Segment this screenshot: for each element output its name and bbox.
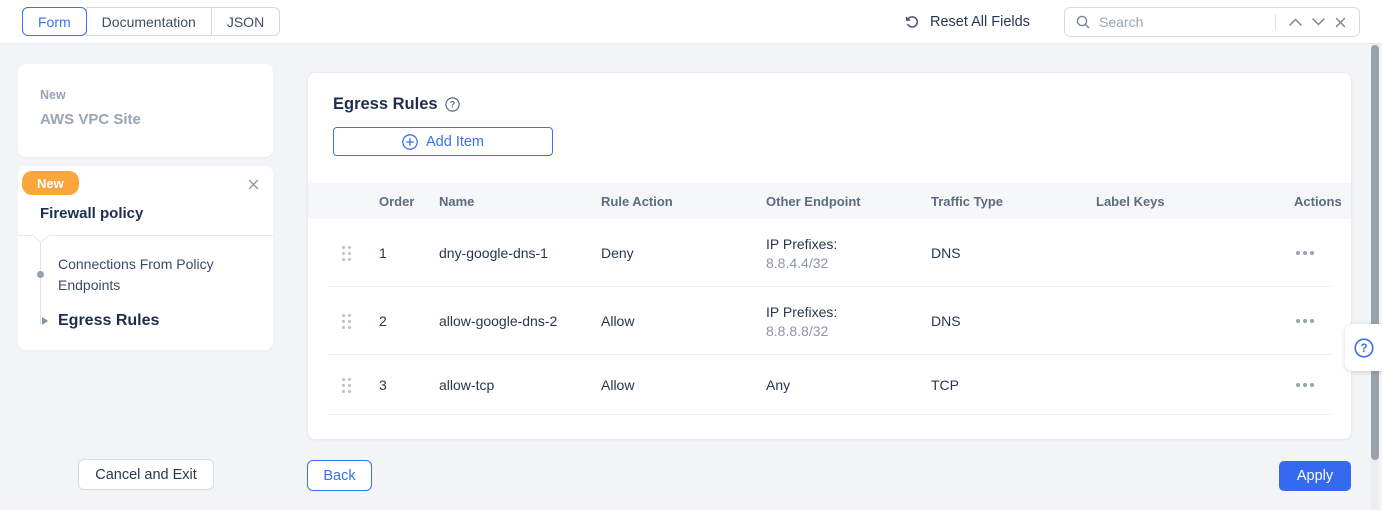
search-divider (1275, 14, 1276, 30)
col-rule-action: Rule Action (601, 194, 766, 209)
search-close-button[interactable] (1330, 14, 1351, 31)
row-actions-menu-button[interactable] (1294, 377, 1316, 393)
drag-handle-icon[interactable] (332, 378, 379, 393)
apply-button[interactable]: Apply (1279, 461, 1351, 491)
cell-order: 3 (379, 377, 439, 393)
add-item-button[interactable]: Add Item (333, 127, 553, 156)
cell-traffic-type: TCP (931, 377, 1096, 393)
add-item-label: Add Item (426, 134, 484, 150)
row-actions-menu-button[interactable] (1294, 313, 1316, 329)
cell-order: 2 (379, 313, 439, 329)
cell-other-endpoint: IP Prefixes: 8.8.4.4/32 (766, 236, 931, 271)
svg-text:?: ? (449, 100, 455, 110)
search-input[interactable] (1099, 14, 1267, 30)
new-badge: New (22, 171, 79, 195)
col-label-keys: Label Keys (1096, 194, 1267, 209)
firewall-policy-card: New Firewall policy Connections From Pol… (18, 166, 273, 350)
panel-title-row: Egress Rules ? (308, 73, 1351, 114)
egress-rules-panel: Egress Rules ? Add Item Order Name (307, 72, 1352, 440)
egress-rules-table: Order Name Rule Action Other Endpoint Tr… (308, 183, 1351, 415)
scrollbar-track[interactable] (1371, 44, 1379, 510)
view-mode-tabs: Form Documentation JSON (22, 7, 280, 36)
tree-arrow-icon (42, 317, 48, 325)
site-card-title: AWS VPC Site (40, 111, 251, 128)
plus-circle-icon (402, 134, 418, 150)
site-card: New AWS VPC Site (18, 64, 273, 157)
other-endpoint-value: 8.8.8.8/32 (766, 323, 931, 339)
cell-traffic-type: DNS (931, 245, 1096, 261)
table-row: 2 allow-google-dns-2 Allow IP Prefixes: … (308, 287, 1351, 355)
back-button[interactable]: Back (307, 460, 372, 491)
drag-handle-icon[interactable] (332, 314, 379, 329)
policy-card-title: Firewall policy (40, 205, 143, 222)
app-window: Form Documentation JSON Reset All Fields (0, 0, 1382, 510)
cell-other-endpoint: Any (766, 377, 931, 393)
cell-name: allow-google-dns-2 (439, 313, 601, 329)
tree-item-label: Egress Rules (58, 312, 159, 329)
help-circle-icon[interactable]: ? (445, 97, 460, 112)
table-header-row: Order Name Rule Action Other Endpoint Tr… (308, 183, 1351, 219)
col-traffic-type: Traffic Type (931, 194, 1096, 209)
drag-handle-icon[interactable] (332, 246, 379, 261)
tree-item-label: Connections From Policy Endpoints (58, 256, 214, 293)
search-prev-button[interactable] (1284, 15, 1307, 29)
table-row: 1 dny-google-dns-1 Deny IP Prefixes: 8.8… (308, 219, 1351, 287)
cell-rule-action: Deny (601, 245, 766, 261)
tree-item-connections-from-policy-endpoints[interactable]: Connections From Policy Endpoints (18, 254, 248, 296)
search-next-button[interactable] (1307, 15, 1330, 29)
other-endpoint-title: Any (766, 377, 931, 393)
other-endpoint-title: IP Prefixes: (766, 236, 931, 252)
policy-section-tree: Connections From Policy Endpoints Egress… (18, 236, 273, 330)
cell-order: 1 (379, 245, 439, 261)
cell-other-endpoint: IP Prefixes: 8.8.8.8/32 (766, 304, 931, 339)
col-name: Name (439, 194, 601, 209)
tab-json[interactable]: JSON (211, 7, 280, 36)
other-endpoint-value: 8.8.4.4/32 (766, 255, 931, 271)
search-icon (1075, 14, 1091, 30)
col-other-endpoint: Other Endpoint (766, 194, 931, 209)
row-actions-menu-button[interactable] (1294, 245, 1316, 261)
reset-all-fields-button[interactable]: Reset All Fields (903, 8, 1030, 36)
table-row: 3 allow-tcp Allow Any TCP (308, 355, 1351, 415)
panel-title: Egress Rules (333, 95, 438, 114)
cell-name: allow-tcp (439, 377, 601, 393)
svg-text:?: ? (1360, 343, 1367, 355)
cell-rule-action: Allow (601, 377, 766, 393)
question-circle-icon: ? (1354, 338, 1374, 358)
reset-label: Reset All Fields (930, 14, 1030, 30)
scrollbar-thumb[interactable] (1371, 45, 1379, 460)
help-fab-button[interactable]: ? (1345, 324, 1382, 371)
reset-icon (903, 14, 921, 30)
cell-traffic-type: DNS (931, 313, 1096, 329)
tab-form[interactable]: Form (22, 7, 87, 36)
col-order: Order (379, 194, 439, 209)
tab-documentation[interactable]: Documentation (86, 7, 212, 36)
tree-bullet-icon (37, 271, 44, 278)
cell-rule-action: Allow (601, 313, 766, 329)
search-box (1064, 7, 1360, 37)
policy-card-close-button[interactable] (244, 175, 263, 196)
cell-name: dny-google-dns-1 (439, 245, 601, 261)
col-actions: Actions (1294, 194, 1342, 209)
top-bar: Form Documentation JSON Reset All Fields (0, 0, 1382, 44)
tree-item-egress-rules[interactable]: Egress Rules (18, 312, 273, 330)
site-card-eyebrow: New (40, 88, 251, 102)
other-endpoint-title: IP Prefixes: (766, 304, 931, 320)
cancel-and-exit-button[interactable]: Cancel and Exit (78, 459, 214, 490)
